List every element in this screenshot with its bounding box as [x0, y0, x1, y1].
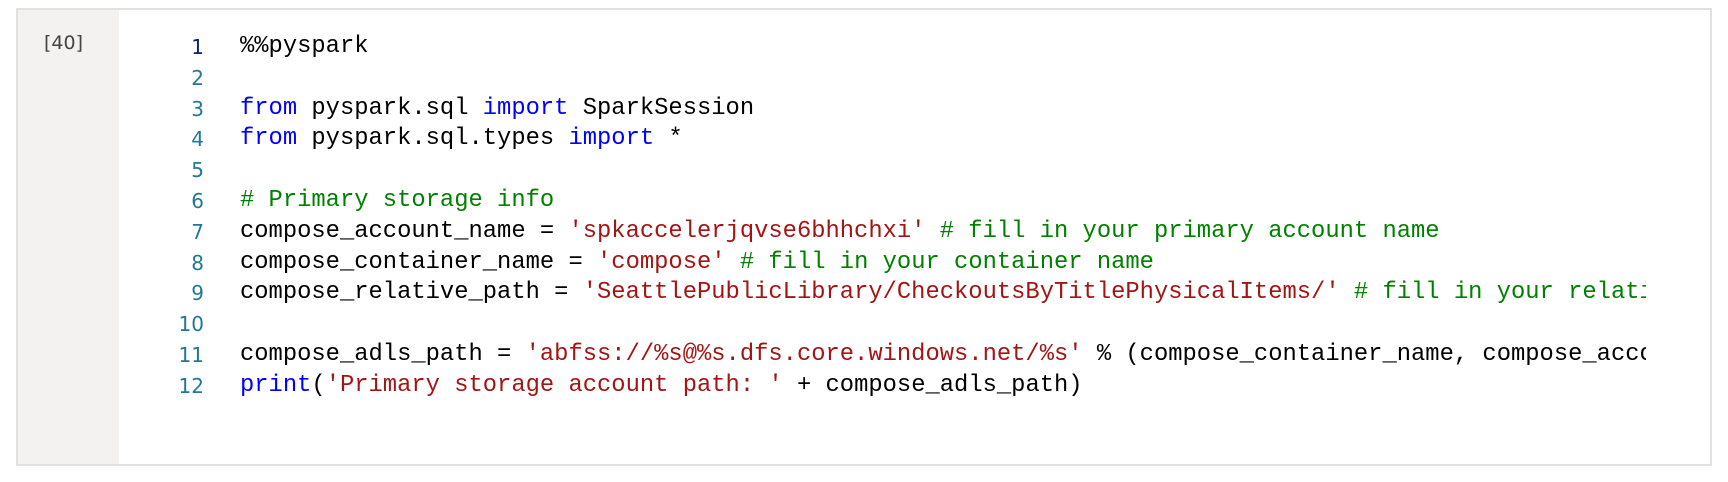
code-token: compose_account_name = — [240, 217, 569, 245]
keyword-token: print — [240, 371, 312, 399]
keyword-token: from — [240, 125, 298, 153]
comment-token: # fill in your primary account name — [939, 217, 1440, 245]
line-number: 2 — [191, 65, 204, 90]
string-token: 'SeattlePublicLibrary/CheckoutsByTitlePh… — [582, 279, 1340, 307]
line-number: 4 — [191, 127, 204, 152]
code-text: compose_container_name = 'compose' # fil… — [240, 248, 1154, 279]
comment-token: # fill in your relati — [1353, 279, 1646, 307]
line-number: 10 — [178, 312, 204, 337]
code-text: compose_relative_path = 'SeattlePublicLi… — [240, 278, 1646, 309]
line-number: 6 — [191, 188, 204, 213]
code-token: %%pyspark — [240, 33, 369, 60]
line-number: 1 — [191, 35, 204, 59]
code-text: compose_adls_path = 'abfss://%s@%s.dfs.c… — [240, 340, 1646, 371]
code-token: * — [654, 125, 683, 153]
line-number: 3 — [191, 96, 204, 121]
execution-count: [40] — [44, 32, 84, 54]
code-line[interactable]: 4 from pyspark.sql.types import * — [119, 124, 1646, 155]
line-number: 12 — [178, 373, 204, 398]
comment-token: # Primary storage info — [240, 186, 555, 214]
code-text: print('Primary storage account path: ' +… — [240, 371, 1083, 402]
code-token: compose_relative_path = — [240, 279, 583, 307]
string-token: 'compose' — [597, 248, 726, 276]
string-token: 'spkaccelerjqvse6bhhchxi' — [568, 217, 926, 245]
code-line[interactable]: 3 from pyspark.sql import SparkSession — [119, 94, 1646, 125]
code-text: %%pyspark — [240, 32, 369, 63]
keyword-token: from — [240, 94, 298, 122]
code-line[interactable]: 12 print('Primary storage account path: '… — [119, 371, 1646, 402]
code-line[interactable]: 9 compose_relative_path = 'SeattlePublicL… — [119, 278, 1646, 309]
line-number: 9 — [191, 281, 204, 306]
code-text: from pyspark.sql.types import * — [240, 124, 683, 155]
code-token: + compose_adls_path) — [782, 371, 1083, 399]
code-line[interactable]: 5 — [119, 155, 1646, 186]
code-line[interactable]: 7 compose_account_name = 'spkaccelerjqvse… — [119, 217, 1646, 248]
code-token: compose_container_name = — [240, 248, 598, 276]
comment-token: # fill in your container name — [739, 248, 1154, 276]
code-token: pyspark.sql — [297, 94, 483, 122]
code-text: from pyspark.sql import SparkSession — [240, 94, 754, 125]
notebook-code-cell[interactable]: [40] 1 %%pyspark 2 3 from pyspark.sql import… — [16, 8, 1712, 466]
code-line[interactable]: 6 # Primary storage info — [119, 186, 1646, 217]
line-number: 7 — [191, 219, 204, 244]
code-line[interactable]: 11 compose_adls_path = 'abfss://%s@%s.dfs… — [119, 340, 1646, 371]
code-line[interactable]: 8 compose_container_name = 'compose' # fi… — [119, 248, 1646, 279]
code-line[interactable]: 1 %%pyspark — [119, 32, 1646, 63]
code-token: % (compose_container_name, compose_acco — [1082, 340, 1646, 368]
code-line[interactable]: 2 — [119, 63, 1646, 94]
line-number: 5 — [191, 158, 204, 183]
code-token: compose_adls_path = — [240, 340, 526, 368]
code-token: ( — [311, 371, 326, 399]
code-token: SparkSession — [568, 94, 755, 122]
code-token: pyspark.sql.types — [297, 125, 569, 153]
code-text: compose_account_name = 'spkaccelerjqvse6… — [240, 217, 1440, 248]
keyword-token: import — [482, 94, 569, 122]
code-editor[interactable]: 1 %%pyspark 2 3 from pyspark.sql import Spar… — [119, 32, 1646, 402]
keyword-token: import — [568, 125, 655, 153]
line-number: 8 — [191, 250, 204, 275]
code-text: # Primary storage info — [240, 186, 554, 217]
cell-gutter: [40] — [18, 10, 119, 464]
string-token: 'abfss://%s@%s.dfs.core.windows.net/%s' — [525, 340, 1083, 368]
line-number: 11 — [178, 342, 204, 367]
code-line[interactable]: 10 — [119, 309, 1646, 340]
string-token: 'Primary storage account path: ' — [325, 371, 783, 399]
